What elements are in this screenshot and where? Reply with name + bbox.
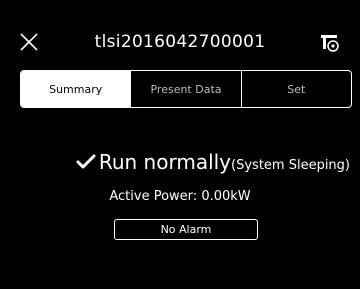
header: tlsi2016042700001 bbox=[0, 0, 360, 64]
active-power-value: 0.00kW bbox=[201, 189, 251, 204]
tab-bar: Summary Present Data Set bbox=[20, 70, 352, 108]
tab-summary[interactable]: Summary bbox=[21, 71, 131, 107]
active-power: Active Power: 0.00kW bbox=[0, 189, 360, 204]
alarm-button[interactable]: No Alarm bbox=[114, 219, 258, 240]
tab-summary-label: Summary bbox=[49, 82, 103, 96]
tab-present-data-label: Present Data bbox=[150, 82, 222, 96]
run-status: Run normally(System Sleeping) bbox=[0, 150, 360, 174]
alarm-button-label: No Alarm bbox=[160, 223, 212, 236]
device-settings-icon bbox=[321, 35, 339, 52]
page-title: tlsi2016042700001 bbox=[94, 32, 266, 52]
check-icon bbox=[76, 154, 96, 169]
tab-set[interactable]: Set bbox=[240, 71, 351, 107]
device-settings-button[interactable] bbox=[320, 33, 340, 53]
active-power-label: Active Power: bbox=[109, 189, 198, 204]
tab-present-data[interactable]: Present Data bbox=[130, 71, 240, 107]
status-main-text: Run normally bbox=[98, 150, 232, 174]
status-sub-text: (System Sleeping) bbox=[231, 158, 350, 173]
tab-set-label: Set bbox=[287, 82, 306, 96]
